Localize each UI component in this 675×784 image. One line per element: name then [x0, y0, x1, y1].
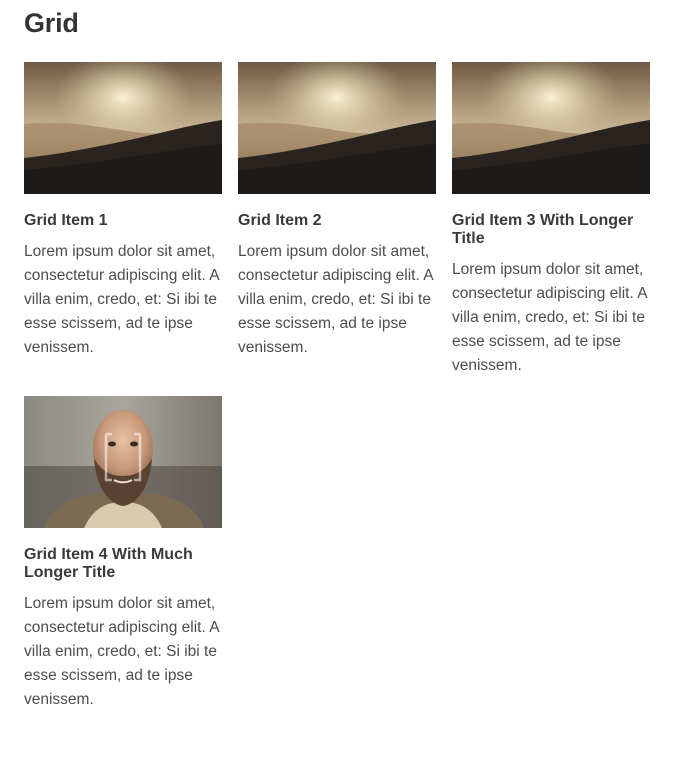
card-title: Grid Item 1: [24, 212, 108, 229]
grid-card: Grid Item 4 With Much Longer Title Lorem…: [24, 396, 222, 712]
card-text: Lorem ipsum dolor sit amet, consectetur …: [24, 595, 219, 708]
grid-card: Grid Item 3 With Longer Title Lorem ipsu…: [452, 62, 650, 378]
card-title: Grid Item 4 With Much Longer Title: [24, 546, 193, 581]
page-title: Grid: [24, 8, 79, 38]
card-title: Grid Item 2: [238, 212, 322, 229]
portrait-image: [24, 396, 222, 528]
card-text: Lorem ipsum dolor sit amet, consectetur …: [238, 243, 433, 356]
landscape-image: [452, 62, 650, 194]
card-text: Lorem ipsum dolor sit amet, consectetur …: [452, 261, 647, 374]
landscape-image: [238, 62, 436, 194]
landscape-image: [24, 62, 222, 194]
grid-card: Grid Item 2 Lorem ipsum dolor sit amet, …: [238, 62, 436, 360]
grid-card: Grid Item 1 Lorem ipsum dolor sit amet, …: [24, 62, 222, 360]
card-text: Lorem ipsum dolor sit amet, consectetur …: [24, 243, 219, 356]
card-grid: Grid Item 1 Lorem ipsum dolor sit amet, …: [24, 62, 652, 712]
card-title: Grid Item 3 With Longer Title: [452, 212, 634, 247]
